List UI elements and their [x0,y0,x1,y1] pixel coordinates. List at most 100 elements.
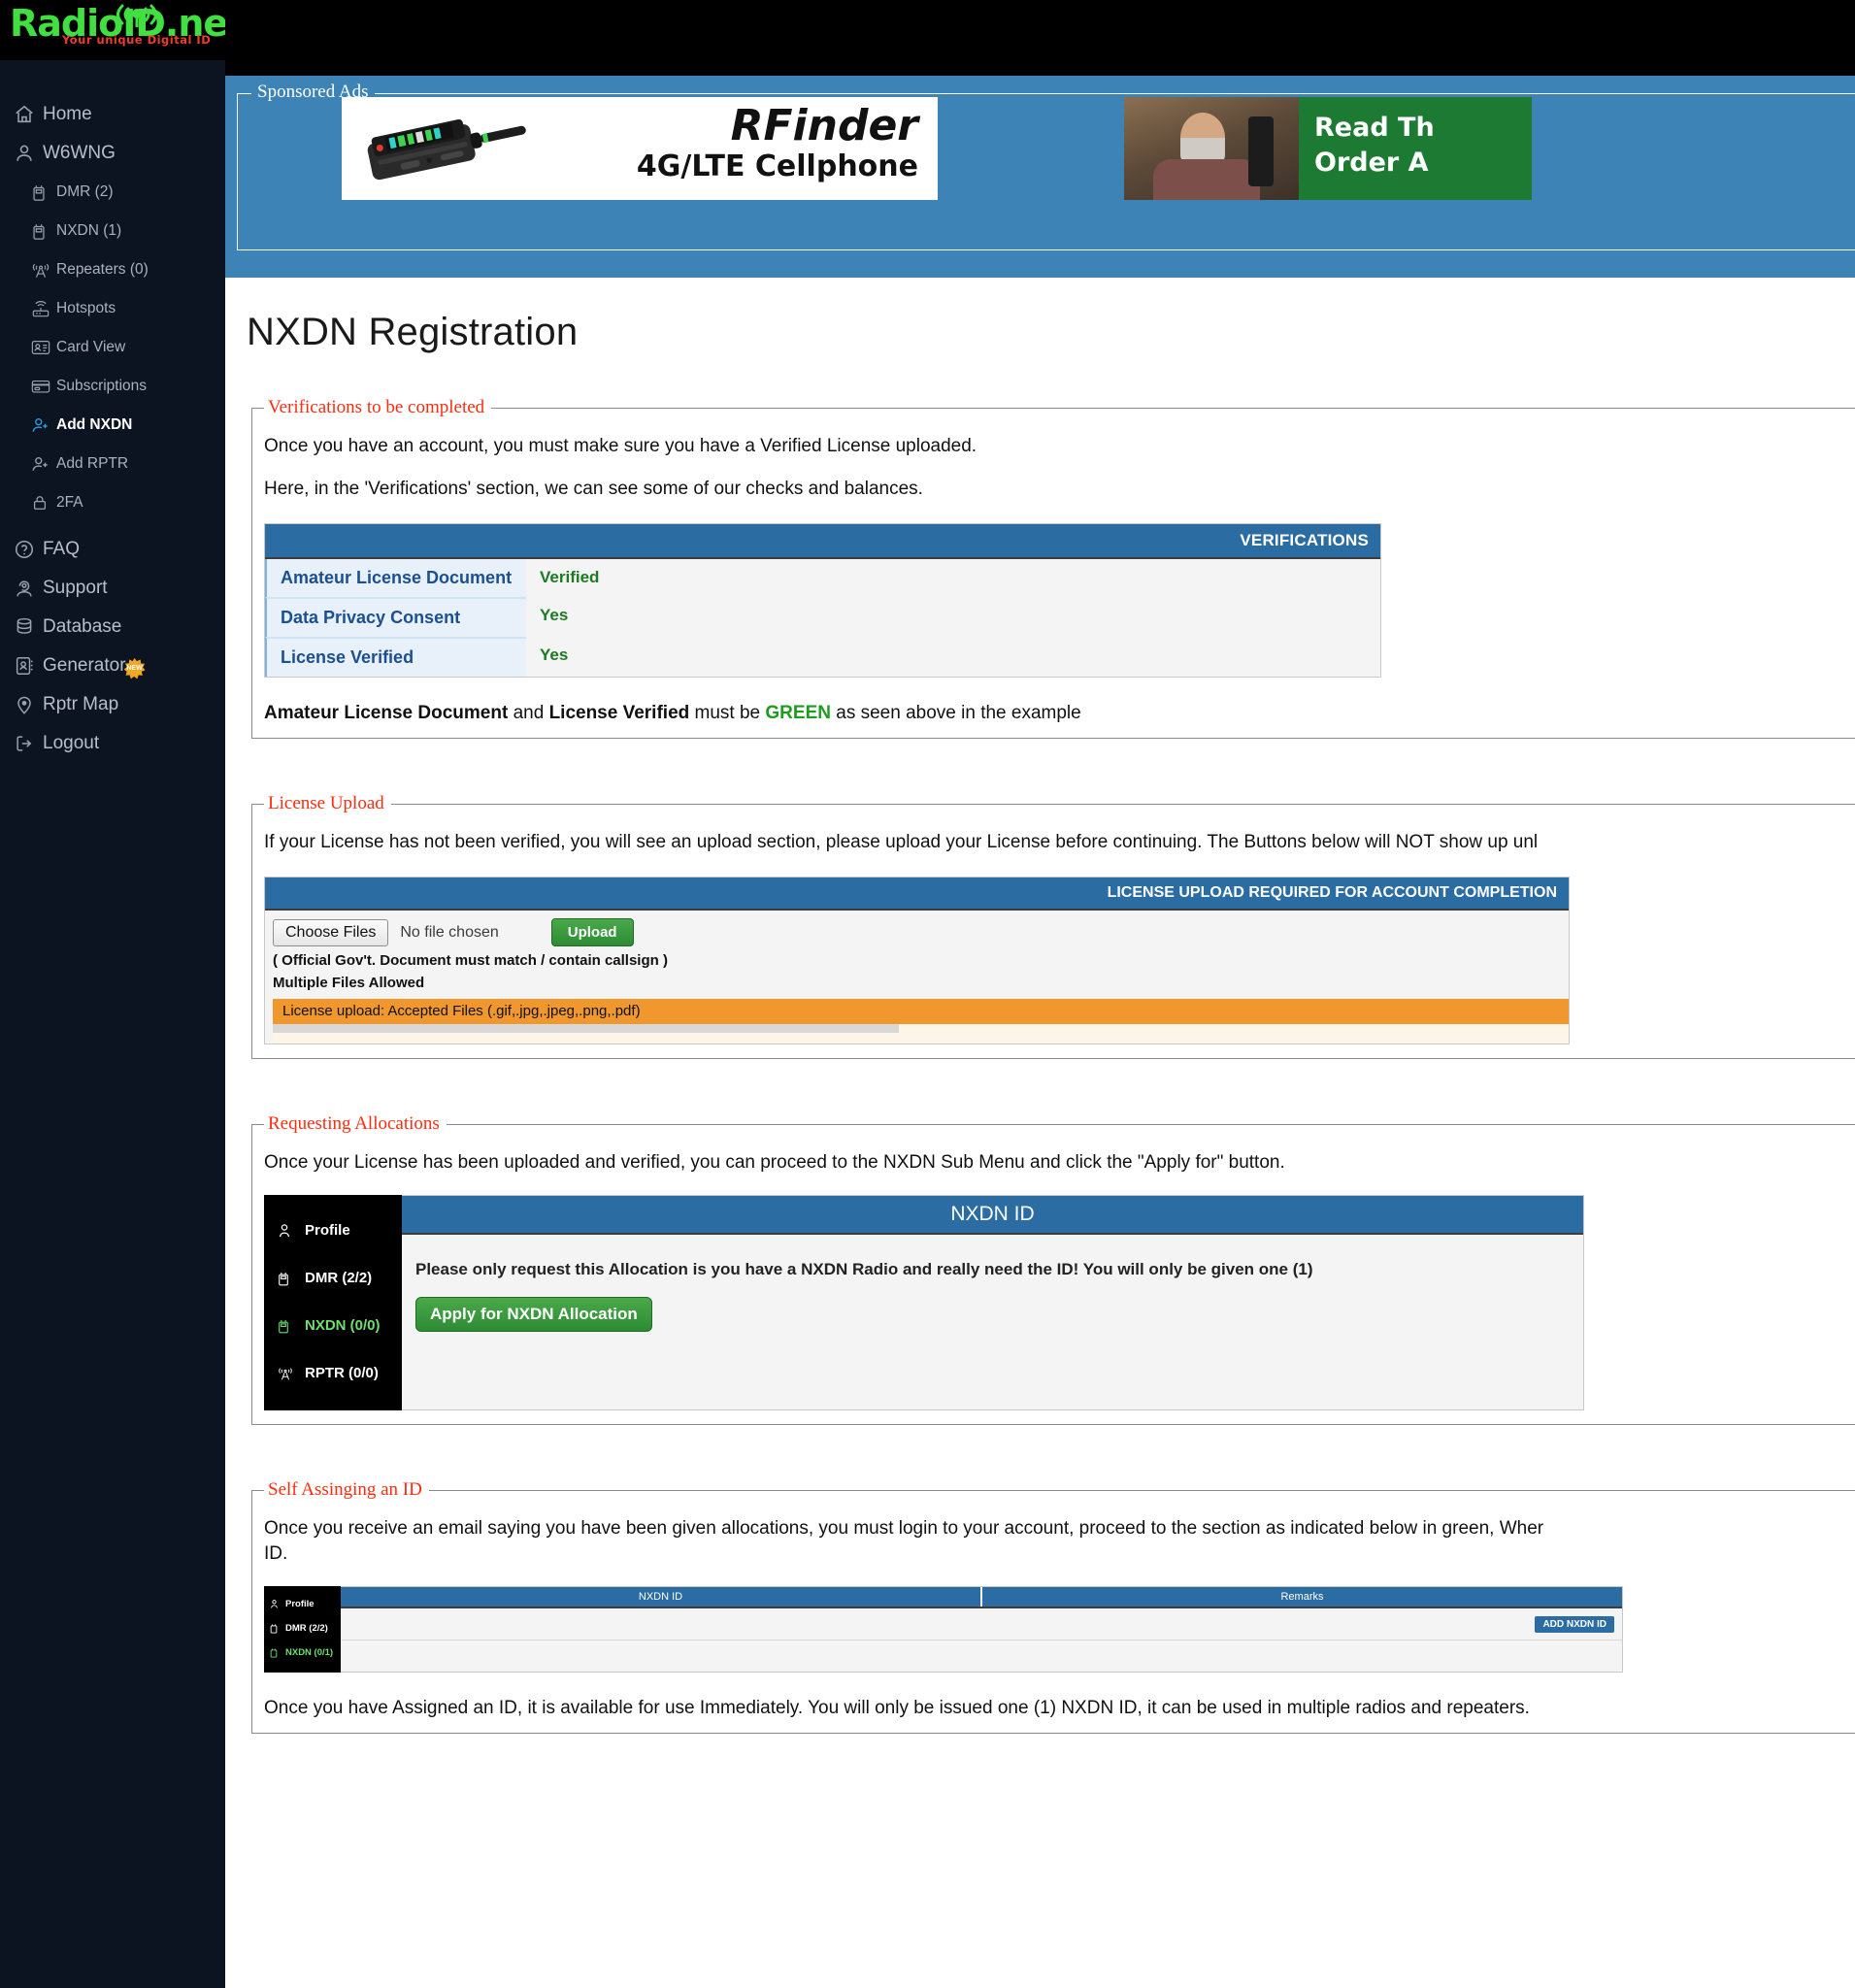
sidebar-item-database[interactable]: Database [0,608,225,646]
sidebar-item-label: W6WNG [43,143,116,163]
sidebar-item-faq[interactable]: FAQ [0,530,225,569]
choose-files-button[interactable]: Choose Files [273,918,389,946]
sidebar-item-add-rptr[interactable]: Add RPTR [0,445,225,483]
verifications-paragraph-2: Here, in the 'Verifications' section, we… [264,479,923,499]
contact-book-icon [14,654,43,678]
self-assign-submenu: Profile DMR (2/2) NXDN (0/1) [264,1586,341,1673]
sidebar-item-hotspots[interactable]: Hotspots [0,289,225,328]
radio-icon [278,1318,295,1334]
sidebar-item-label: Add RPTR [56,455,129,472]
main-area: Sponsored Ads RFinder 4G/LTE Cellphone R… [225,0,1855,1988]
allocations-submenu: Profile DMR (2/2) NXDN (0/0) RPTR (0/0) [264,1195,402,1410]
sidebar-item-nxdn[interactable]: NXDN (1) [0,212,225,250]
submenu-item-label: NXDN (0/0) [305,1317,381,1334]
apply-for-nxdn-allocation-button[interactable]: Apply for NXDN Allocation [415,1297,652,1332]
submenu-item-nxdn[interactable]: NXDN (0/1) [264,1640,341,1665]
ad-secondary-line2: Order A [1314,148,1429,178]
allocations-panel: Profile DMR (2/2) NXDN (0/0) RPTR (0/0) … [264,1195,1584,1410]
add-nxdn-id-button[interactable]: ADD NXDN ID [1535,1616,1614,1633]
self-assign-legend: Self Assinging an ID [268,1479,422,1500]
ad-person-photo [1124,97,1299,200]
submenu-item-label: DMR (2/2) [285,1623,328,1634]
note-end: as seen above in the example [830,703,1081,723]
verifications-legend: Verifications to be completed [268,397,485,417]
sidebar-item-add-nxdn[interactable]: Add NXDN [0,406,225,445]
license-upload-panel-header: LICENSE UPLOAD REQUIRED FOR ACCOUNT COMP… [265,878,1569,911]
license-upload-body: Choose Files No file chosen Upload ( Off… [265,911,1569,1044]
allocations-body: NXDN ID Please only request this Allocat… [402,1195,1584,1410]
user-icon [14,142,43,165]
submenu-item-nxdn[interactable]: NXDN (0/0) [264,1302,402,1349]
submenu-item-dmr[interactable]: DMR (2/2) [264,1616,341,1640]
sidebar-item-label: Home [43,104,92,124]
self-assign-section: Self Assinging an ID Once you receive an… [251,1479,1855,1734]
sidebar-item-label: FAQ [43,539,81,559]
sidebar-item-callsign[interactable]: W6WNG [0,134,225,173]
radio-icon [278,1271,295,1286]
submenu-item-dmr[interactable]: DMR (2/2) [264,1254,402,1302]
user-plus-icon [31,452,56,476]
radio-icon [270,1647,281,1658]
accepted-files-text: License upload: Accepted Files (.gif,.jp… [282,1003,641,1019]
lock-icon [31,491,56,514]
credit-card-icon [31,375,56,398]
allocations-panel-header: NXDN ID [402,1196,1583,1235]
submenu-item-label: DMR (2/2) [305,1270,373,1286]
ad-secondary-line1: Read Th [1314,113,1435,143]
radio-icon [270,1623,281,1634]
rfinder-title: RFinder [730,101,918,150]
sidebar-item-label: Repeaters (0) [56,261,149,278]
ad-secondary[interactable]: Read Th Order A [1124,97,1532,200]
verification-value: Yes [540,646,569,664]
license-upload-section: License Upload If your License has not b… [251,793,1855,1059]
verification-value: Verified [540,568,600,586]
note-bold-2: License Verified [548,703,690,723]
map-pin-icon [14,693,43,716]
sidebar-item-label: Logout [43,733,100,753]
sidebar-item-label: NXDN (1) [56,222,122,239]
ad-rfinder[interactable]: RFinder 4G/LTE Cellphone [342,97,938,200]
table-row: Data Privacy Consent Yes [265,597,1380,637]
handheld-radio-image [367,118,526,181]
license-upload-note-1: ( Official Gov't. Document must match / … [273,952,668,969]
rfinder-ad-text: RFinder 4G/LTE Cellphone [584,103,932,184]
table-row: License Verified Yes [265,637,1380,677]
radio-icon [31,219,56,243]
sidebar-item-generator[interactable]: Generator NEW [0,646,225,685]
submenu-item-profile[interactable]: Profile [264,1207,402,1254]
sidebar-item-support[interactable]: Support [0,569,225,608]
question-circle-icon [14,538,43,561]
sidebar-item-home[interactable]: Home [0,95,225,134]
license-upload-panel: LICENSE UPLOAD REQUIRED FOR ACCOUNT COMP… [264,877,1570,1044]
submenu-item-label: RPTR (0/0) [305,1365,379,1381]
sidebar-item-label: Generator [43,655,126,676]
verifications-panel-header: VERIFICATIONS [265,524,1380,559]
user-plus-icon [31,414,56,437]
upload-button[interactable]: Upload [550,918,634,946]
sidebar-item-rptr-map[interactable]: Rptr Map [0,685,225,724]
sidebar-item-label: Support [43,578,108,598]
submenu-item-profile[interactable]: Profile [264,1592,341,1616]
user-icon [270,1599,281,1609]
sponsored-ads-band: Sponsored Ads RFinder 4G/LTE Cellphone R… [225,76,1855,256]
sidebar-item-subscriptions[interactable]: Subscriptions [0,367,225,406]
id-card-icon [31,336,56,359]
sidebar-item-card-view[interactable]: Card View [0,328,225,367]
sidebar-item-logout[interactable]: Logout [0,724,225,763]
brand-logo[interactable]: RadioID.net Your unique Digital ID [0,0,225,60]
self-assign-paragraph: Once you receive an email saying you hav… [264,1518,1544,1539]
self-assign-table-body: ADD NXDN ID [341,1608,1622,1669]
tower-icon [31,258,56,282]
sidebar-item-repeaters[interactable]: Repeaters (0) [0,250,225,289]
database-icon [14,615,43,639]
submenu-item-rptr[interactable]: RPTR (0/0) [264,1349,402,1397]
router-icon [31,297,56,320]
allocations-instruction: Please only request this Allocation is y… [415,1260,1313,1278]
sidebar-item-label: DMR (2) [56,183,114,200]
sidebar-item-2fa[interactable]: 2FA [0,483,225,522]
page-title: NXDN Registration [247,311,579,353]
submenu-item-label: Profile [305,1222,350,1239]
verifications-note: Amateur License Document and License Ver… [264,703,1855,724]
sidebar-item-dmr[interactable]: DMR (2) [0,173,225,212]
